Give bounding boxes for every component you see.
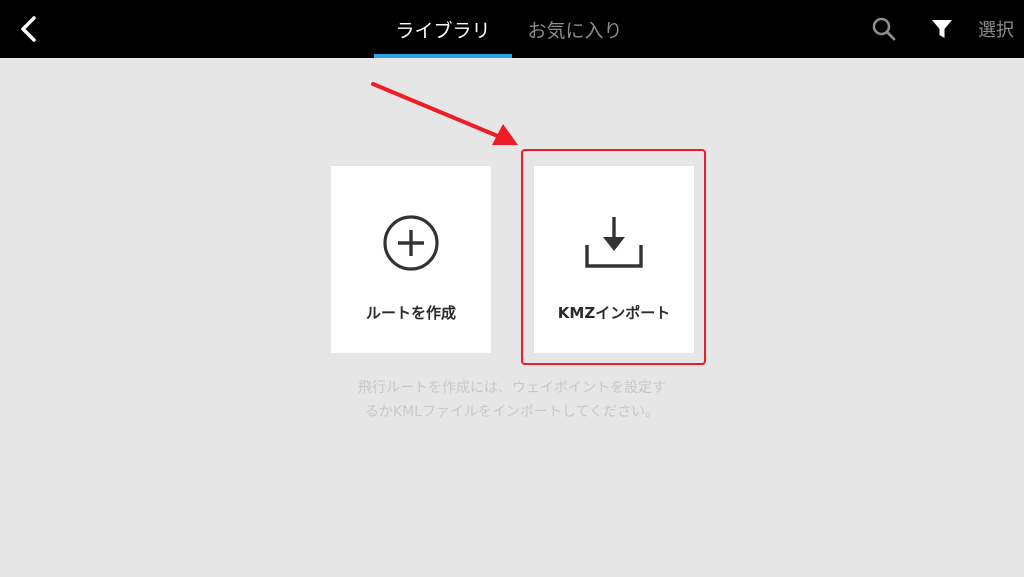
- download-tray-icon: [585, 217, 643, 268]
- hint-line-2: るかKMLファイルをインポートしてください。: [364, 404, 660, 420]
- create-route-icon-wrap: [381, 213, 441, 273]
- kmz-import-label: KMZインポート: [557, 304, 671, 322]
- plus-circle-icon: [383, 215, 439, 271]
- hint-line-1: 飛行ルートを作成には、ウェイポイントを設定す: [358, 380, 666, 396]
- kmz-import-card[interactable]: KMZインポート: [534, 166, 694, 353]
- annotation-arrow: [371, 82, 518, 145]
- kmz-import-icon-wrap: [584, 213, 644, 273]
- empty-state-hint: 飛行ルートを作成には、ウェイポイントを設定す るかKMLファイルをインポートして…: [300, 376, 724, 424]
- create-route-label: ルートを作成: [365, 304, 456, 322]
- create-route-card[interactable]: ルートを作成: [331, 166, 491, 353]
